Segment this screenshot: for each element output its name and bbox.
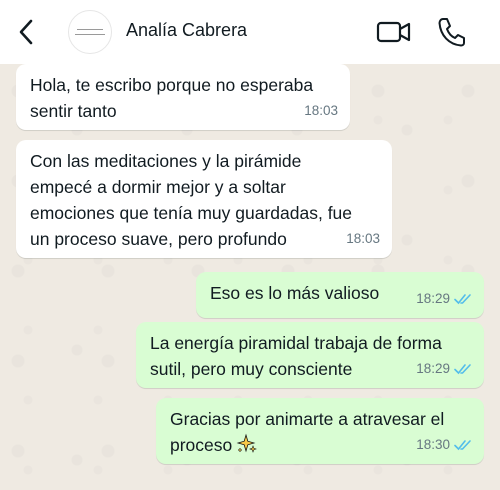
message-time: 18:03 [346,231,380,246]
voice-call-button[interactable] [436,16,466,48]
chat-header: Analía Cabrera [0,0,500,64]
message-text: Hola, te escribo porque no esperaba sent… [30,75,314,121]
message-time: 18:30 [416,437,450,452]
sparkles-icon [236,433,258,453]
chevron-left-icon [19,19,33,45]
video-call-button[interactable] [376,18,412,46]
video-camera-icon [376,21,411,43]
message-time: 18:29 [416,361,450,376]
message-outgoing[interactable]: La energía piramidal trabaja de forma su… [136,322,484,388]
chat-area[interactable]: Hola, te escribo porque no esperaba sent… [0,64,500,490]
double-check-icon [454,294,471,305]
message-text: Con las meditaciones y la pirámide empec… [30,151,353,249]
double-check-icon [454,364,471,375]
message-outgoing[interactable]: Eso es lo más valioso 18:29 [196,272,484,318]
message-incoming[interactable]: Con las meditaciones y la pirámide empec… [16,140,392,258]
message-time: 18:03 [304,103,338,118]
contact-name[interactable]: Analía Cabrera [126,20,247,41]
phone-icon [438,18,465,47]
avatar[interactable] [68,10,112,54]
message-time: 18:29 [416,291,450,306]
message-incoming[interactable]: Hola, te escribo porque no esperaba sent… [16,64,350,130]
double-check-icon [454,440,471,451]
message-text: Gracias por animarte a atravesar el proc… [170,409,445,455]
back-button[interactable] [14,18,38,46]
message-outgoing[interactable]: Gracias por animarte a atravesar el proc… [156,398,484,464]
